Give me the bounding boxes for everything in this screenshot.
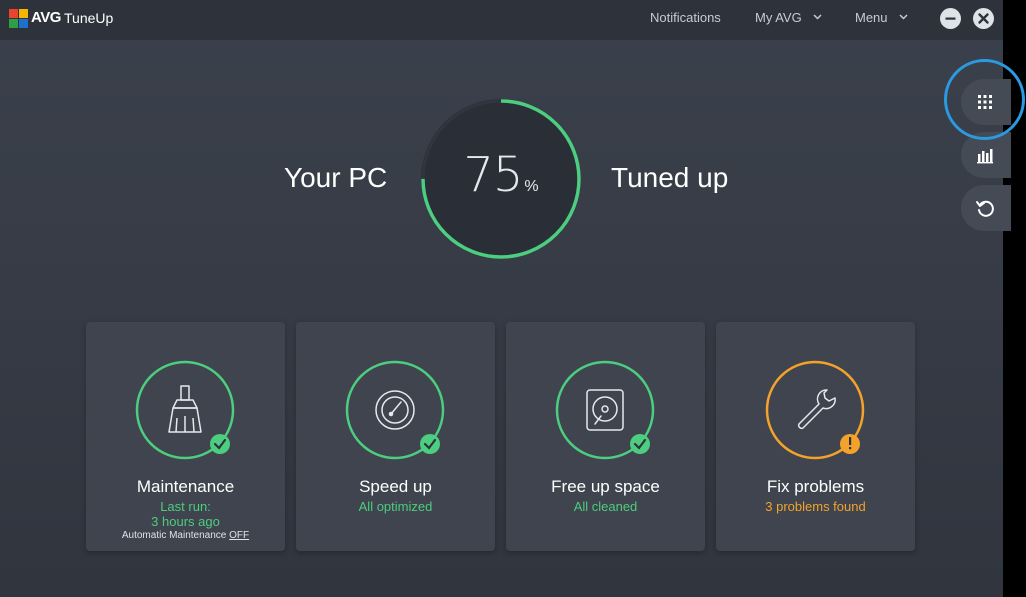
notifications-link[interactable]: Notifications [650,10,721,25]
minimize-icon [945,17,956,20]
speed-up-card[interactable]: Speed up All optimized [296,322,495,551]
auto-maintenance-toggle-link[interactable]: OFF [229,530,249,541]
undo-icon [976,200,994,217]
menu-label: Menu [855,10,888,25]
all-functions-button[interactable] [961,79,1011,125]
broom-icon [168,385,202,433]
maintenance-status-line2: 3 hours ago [151,514,220,529]
score-value: 75 [463,147,523,203]
check-badge [210,434,230,454]
free-up-space-status: All cleaned [573,499,638,514]
grid-icon [978,95,992,109]
maintenance-title: Maintenance [136,477,235,496]
speed-up-title: Speed up [359,477,432,496]
wrench-icon [797,389,836,430]
notifications-label: Notifications [650,10,721,25]
auto-maintenance-label: Automatic Maintenance [121,530,230,541]
brand-name: AVG [31,9,61,26]
rescue-center-button[interactable] [961,185,1011,231]
bar-chart-icon [977,149,993,164]
free-up-space-ring [555,360,655,460]
hero-label-right: Tuned up [611,162,729,193]
fix-problems-status: 3 problems found [765,499,866,514]
speedometer-icon [375,390,415,430]
tuneup-score-gauge: 75% [419,97,583,261]
hero-label-left: Your PC [284,162,388,193]
my-avg-menu[interactable]: My AVG [755,10,822,25]
fix-problems-title: Fix problems [766,477,865,496]
check-badge [630,434,650,454]
speed-up-status: All optimized [358,499,433,514]
warning-badge [840,434,860,454]
maintenance-card[interactable]: Maintenance Last run: 3 hours ago Automa… [86,322,285,551]
score-readout: 75% [419,147,583,203]
speed-up-ring [345,360,445,460]
title-bar: AVG TuneUp Notifications My AVG Menu [0,0,1003,40]
my-avg-label: My AVG [755,10,802,25]
statistics-button[interactable] [961,132,1011,178]
hard-drive-icon [586,389,624,431]
chevron-down-icon [813,14,822,20]
maintenance-ring [135,360,235,460]
minimize-button[interactable] [940,8,961,29]
fix-problems-card[interactable]: Fix problems 3 problems found [716,322,915,551]
fix-problems-ring [765,360,865,460]
free-up-space-card[interactable]: Free up space All cleaned [506,322,705,551]
main-menu[interactable]: Menu [855,10,908,25]
score-unit: % [524,178,539,195]
app-window: AVG TuneUp Notifications My AVG Menu You… [0,0,1003,597]
close-button[interactable] [973,8,994,29]
auto-maintenance-row: Automatic Maintenance OFF [86,530,285,541]
product-name: TuneUp [64,10,114,26]
maintenance-status-line1: Last run: [160,499,211,514]
free-up-space-title: Free up space [551,477,660,496]
avg-logo-icon [9,9,28,28]
check-badge [420,434,440,454]
chevron-down-icon [899,14,908,20]
close-icon [978,13,989,24]
